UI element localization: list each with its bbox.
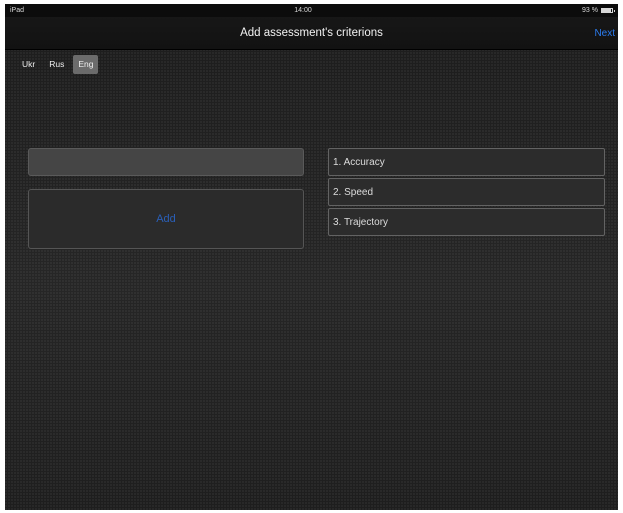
battery-percent: 93 % [582, 7, 598, 14]
language-ukr-button[interactable]: Ukr [17, 55, 40, 74]
criterion-input[interactable] [28, 148, 304, 176]
criteria-item-trajectory[interactable]: 3. Trajectory [328, 208, 605, 236]
language-rus-button[interactable]: Rus [44, 55, 69, 74]
language-eng-button[interactable]: Eng [73, 55, 99, 74]
status-right: 93 % [582, 7, 615, 14]
status-time: 14:00 [294, 7, 312, 14]
status-bar: iPad 14:00 93 % [5, 4, 618, 17]
page-title: Add assessment's criterions [240, 27, 383, 39]
criteria-list: 1. Accuracy 2. Speed 3. Trajectory [328, 148, 605, 238]
navigation-bar: Add assessment's criterions Next [5, 17, 618, 50]
ipad-screen: iPad 14:00 93 % Add assessment's criteri… [5, 4, 618, 510]
criteria-item-accuracy[interactable]: 1. Accuracy [328, 148, 605, 176]
device-name: iPad [10, 7, 25, 14]
next-button[interactable]: Next [594, 17, 615, 50]
battery-icon [600, 8, 615, 13]
add-button[interactable]: Add [28, 189, 304, 249]
criteria-item-speed[interactable]: 2. Speed [328, 178, 605, 206]
language-selector: Ukr Rus Eng [17, 55, 99, 74]
